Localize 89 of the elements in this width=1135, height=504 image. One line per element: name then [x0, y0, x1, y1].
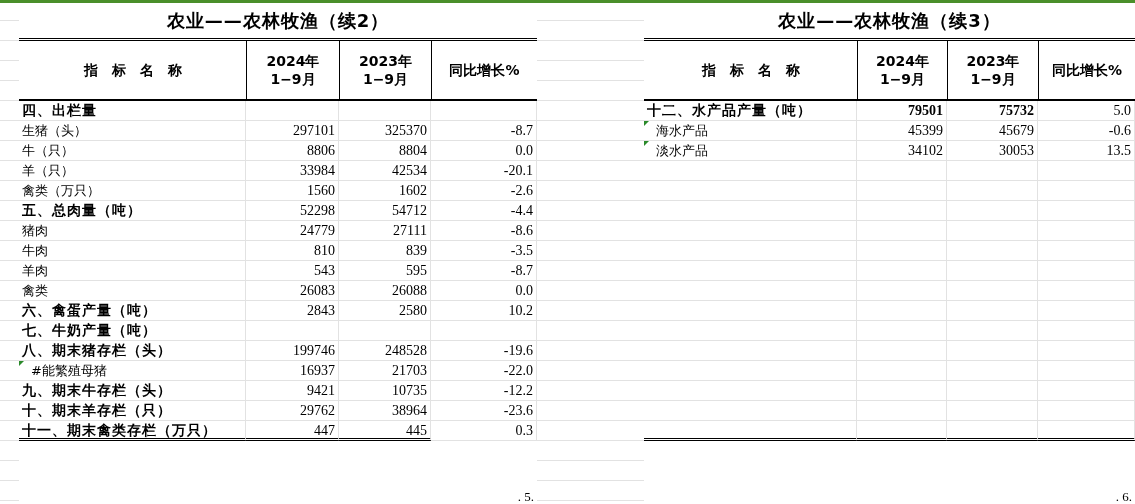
table-cell: 10735: [339, 381, 431, 401]
table-cell: 543: [246, 261, 339, 281]
row-label: 禽类（万只）: [19, 181, 246, 201]
comment-marker-icon: [19, 361, 24, 366]
row-label: 十二、水产品产量（吨）: [644, 101, 857, 121]
row-label: 五、总肉量（吨）: [19, 201, 246, 221]
row-label: 十一、期末禽类存栏（万只）: [19, 421, 246, 441]
row-label: 牛（只）: [19, 141, 246, 161]
row-label: 海水产品: [644, 121, 857, 141]
page-number: . 6.: [1115, 489, 1132, 504]
table-cell: 26083: [246, 281, 339, 301]
table-cell: 810: [246, 241, 339, 261]
table-cell: 45399: [857, 121, 947, 141]
row-label: 七、牛奶产量（吨）: [19, 321, 246, 341]
table-cell: 24779: [246, 221, 339, 241]
row-label: 六、禽蛋产量（吨）: [19, 301, 246, 321]
column-header: 2023年 1−9月: [339, 41, 431, 99]
row-label: 牛肉: [19, 241, 246, 261]
row-label: 羊（只）: [19, 161, 246, 181]
table-cell: 248528: [339, 341, 431, 361]
table-cell: 8806: [246, 141, 339, 161]
comment-marker-icon: [644, 141, 649, 146]
table-cell: -3.5: [431, 241, 537, 261]
table-cell: 34102: [857, 141, 947, 161]
table-cell: 54712: [339, 201, 431, 221]
row-label: #能繁殖母猪: [19, 361, 246, 381]
table-cell: 0.0: [431, 281, 537, 301]
table-cell: -8.7: [431, 261, 537, 281]
table-cell: -19.6: [431, 341, 537, 361]
row-label: 淡水产品: [644, 141, 857, 161]
table-cell: 30053: [947, 141, 1038, 161]
table-cell: 29762: [246, 401, 339, 421]
table-cell: 325370: [339, 121, 431, 141]
table-cell: -0.6: [1038, 121, 1135, 141]
table-cell: 10.2: [431, 301, 537, 321]
table-cell: 1560: [246, 181, 339, 201]
table-cell: 79501: [857, 101, 947, 121]
row-label: 八、期末猪存栏（头）: [19, 341, 246, 361]
table-title: 农业——农林牧渔（续3）: [644, 3, 1135, 41]
table-cell: 2580: [339, 301, 431, 321]
table-cell: 38964: [339, 401, 431, 421]
table-cell: 75732: [947, 101, 1038, 121]
row-label: 禽类: [19, 281, 246, 301]
table-cell: 447: [246, 421, 339, 441]
table-cell: 0.0: [431, 141, 537, 161]
table-cell: -23.6: [431, 401, 537, 421]
table-cell: -8.7: [431, 121, 537, 141]
table-cell: -22.0: [431, 361, 537, 381]
row-label: 四、出栏量: [19, 101, 246, 121]
row-label: 九、期末牛存栏（头）: [19, 381, 246, 401]
row-label: 十、期末羊存栏（只）: [19, 401, 246, 421]
table-cell: 839: [339, 241, 431, 261]
table-cell: 445: [339, 421, 431, 441]
table-cell: 21703: [339, 361, 431, 381]
table-cell: 16937: [246, 361, 339, 381]
column-header: 指 标 名 称: [700, 61, 801, 80]
table-cell: -2.6: [431, 181, 537, 201]
table-cell: 0.3: [431, 421, 537, 441]
table-cell: 52298: [246, 201, 339, 221]
table-cell: 9421: [246, 381, 339, 401]
table-cell: 27111: [339, 221, 431, 241]
table-cell: 1602: [339, 181, 431, 201]
table-cell: 595: [339, 261, 431, 281]
table-cell: 297101: [246, 121, 339, 141]
table-cell: 5.0: [1038, 101, 1135, 121]
column-header: 2024年 1−9月: [857, 41, 947, 99]
column-header: 2024年 1−9月: [246, 41, 339, 99]
table-cell: 2843: [246, 301, 339, 321]
table-cell: -12.2: [431, 381, 537, 401]
table-cell: 199746: [246, 341, 339, 361]
page-number: . 5.: [517, 489, 534, 504]
column-header: 指 标 名 称: [82, 61, 183, 80]
table-cell: 26088: [339, 281, 431, 301]
row-label: 猪肉: [19, 221, 246, 241]
comment-marker-icon: [644, 121, 649, 126]
row-label: 生猪（头）: [19, 121, 246, 141]
column-header: 同比增长%: [431, 41, 537, 99]
row-label: 羊肉: [19, 261, 246, 281]
table-cell: -8.6: [431, 221, 537, 241]
table-cell: 42534: [339, 161, 431, 181]
table-cell: -4.4: [431, 201, 537, 221]
table-title: 农业——农林牧渔（续2）: [19, 3, 537, 41]
table-cell: -20.1: [431, 161, 537, 181]
table-cell: 8804: [339, 141, 431, 161]
column-header: 2023年 1−9月: [947, 41, 1038, 99]
column-header: 同比增长%: [1038, 41, 1135, 99]
table-cell: 13.5: [1038, 141, 1135, 161]
table-cell: 33984: [246, 161, 339, 181]
table-cell: 45679: [947, 121, 1038, 141]
